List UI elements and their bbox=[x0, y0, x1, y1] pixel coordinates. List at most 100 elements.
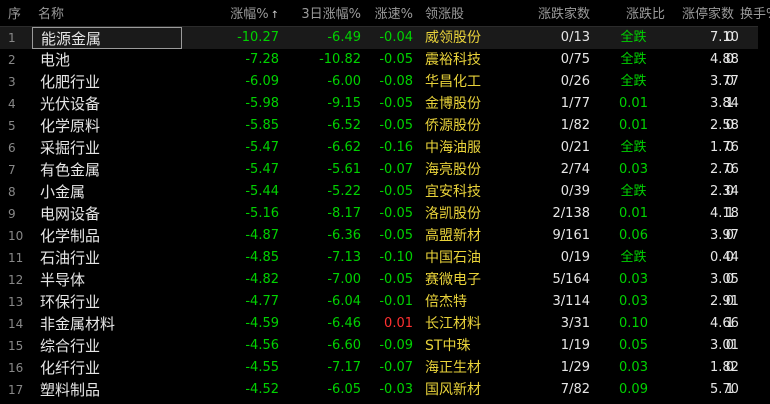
row-name: 化学制品 bbox=[40, 227, 101, 245]
row-speed-pct: -0.10 bbox=[379, 250, 413, 265]
row-leading-stock: 海正生材 bbox=[425, 360, 481, 376]
row-speed-pct: -0.05 bbox=[379, 228, 413, 243]
row-speed-pct: -0.03 bbox=[379, 382, 413, 397]
row-name: 光伏设备 bbox=[40, 95, 101, 113]
row-up-down-ratio: 0.01 bbox=[619, 118, 648, 133]
row-seq: 1 bbox=[8, 31, 16, 45]
row-up-down-count: 0/13 bbox=[560, 30, 590, 45]
row-up-down-ratio: 0.01 bbox=[619, 206, 648, 221]
row-leading-stock: 高盟新材 bbox=[425, 228, 481, 244]
header-limit-up-count[interactable]: 涨停家数 bbox=[671, 4, 740, 26]
table-header: 序 名称 涨幅% ↑ 3日涨幅% 涨速% 领涨股 涨跌家数 涨跌比 涨停家数 换手… bbox=[0, 4, 770, 27]
table-row[interactable]: 2 电池 -7.28 -10.82 -0.05 震裕科技 0/75 全跌 0 4.88 bbox=[0, 49, 770, 71]
row-change-3d-pct: -10.82 bbox=[319, 52, 361, 67]
row-leading-stock: 宜安科技 bbox=[425, 184, 481, 200]
header-change-pct[interactable]: 涨幅% ↑ bbox=[182, 4, 285, 26]
header-seq[interactable]: 序 bbox=[0, 4, 32, 26]
row-change-pct: -5.47 bbox=[245, 162, 279, 177]
row-leading-stock: 国风新材 bbox=[425, 382, 481, 398]
row-up-down-count: 0/21 bbox=[560, 140, 590, 155]
row-change-3d-pct: -5.22 bbox=[327, 184, 361, 199]
row-leading-stock: ST中珠 bbox=[425, 338, 471, 354]
header-leading-stock[interactable]: 领涨股 bbox=[419, 4, 504, 26]
table-row[interactable]: 10 化学制品 -4.87 -6.36 -0.05 高盟新材 9/161 0.06 0 3.97 bbox=[0, 225, 770, 247]
row-name: 小金属 bbox=[40, 183, 86, 201]
row-leading-stock: 倍杰特 bbox=[425, 294, 467, 310]
row-speed-pct: -0.05 bbox=[379, 118, 413, 133]
row-seq: 12 bbox=[8, 273, 24, 287]
row-up-down-ratio: 0.06 bbox=[619, 228, 648, 243]
row-name: 半导体 bbox=[40, 271, 86, 289]
row-seq: 5 bbox=[8, 119, 16, 133]
row-speed-pct: -0.05 bbox=[379, 272, 413, 287]
row-leading-stock: 海亮股份 bbox=[425, 162, 481, 178]
table-row[interactable]: 9 电网设备 -5.16 -8.17 -0.05 洛凯股份 2/138 0.01 1 4.18 bbox=[0, 203, 770, 225]
row-seq: 7 bbox=[8, 163, 16, 177]
row-up-down-ratio: 全跌 bbox=[620, 74, 647, 89]
table-row[interactable]: 7 有色金属 -5.47 -5.61 -0.07 海亮股份 2/74 0.03 0 2.76 bbox=[0, 159, 770, 181]
row-change-3d-pct: -5.61 bbox=[327, 162, 361, 177]
row-change-3d-pct: -6.46 bbox=[327, 316, 361, 331]
row-change-pct: -7.28 bbox=[245, 52, 279, 67]
row-name: 能源金属 bbox=[32, 27, 182, 49]
row-change-pct: -5.85 bbox=[245, 118, 279, 133]
header-up-down-ratio[interactable]: 涨跌比 bbox=[596, 4, 671, 26]
row-up-down-ratio: 全跌 bbox=[620, 250, 647, 265]
row-up-down-count: 2/74 bbox=[560, 162, 590, 177]
table-row[interactable]: 13 环保行业 -4.77 -6.04 -0.01 倍杰特 3/114 0.03 0 2.91 bbox=[0, 291, 770, 313]
row-up-down-ratio: 0.05 bbox=[619, 338, 648, 353]
row-name: 电池 bbox=[40, 51, 71, 69]
table-row[interactable]: 5 化学原料 -5.85 -6.52 -0.05 侨源股份 1/82 0.01 0 2.58 bbox=[0, 115, 770, 137]
table-row[interactable]: 14 非金属材料 -4.59 -6.46 0.01 长江材料 3/31 0.10 1 4.66 bbox=[0, 313, 770, 335]
row-speed-pct: -0.05 bbox=[379, 96, 413, 111]
row-seq: 10 bbox=[8, 229, 24, 243]
row-seq: 16 bbox=[8, 361, 24, 375]
row-up-down-ratio: 0.03 bbox=[619, 294, 648, 309]
header-up-down-count[interactable]: 涨跌家数 bbox=[504, 4, 596, 26]
table-row[interactable]: 3 化肥行业 -6.09 -6.00 -0.08 华昌化工 0/26 全跌 0 3.77 bbox=[0, 71, 770, 93]
row-name: 塑料制品 bbox=[40, 381, 101, 399]
row-leading-stock: 中海油服 bbox=[425, 140, 481, 156]
row-seq: 8 bbox=[8, 185, 16, 199]
row-change-pct: -5.16 bbox=[245, 206, 279, 221]
table-row[interactable]: 4 光伏设备 -5.98 -9.15 -0.05 金博股份 1/77 0.01 1 3.84 bbox=[0, 93, 770, 115]
table-row[interactable]: 15 综合行业 -4.56 -6.60 -0.09 ST中珠 1/19 0.05 0 3.01 bbox=[0, 335, 770, 357]
row-change-pct: -5.44 bbox=[245, 184, 279, 199]
scrollbar[interactable] bbox=[758, 26, 770, 404]
row-speed-pct: -0.08 bbox=[379, 74, 413, 89]
table-row[interactable]: 17 塑料制品 -4.52 -6.05 -0.03 国风新材 7/82 0.09 1 5.70 bbox=[0, 379, 770, 401]
row-up-down-ratio: 0.10 bbox=[619, 316, 648, 331]
header-turnover-pct[interactable]: 换手% bbox=[740, 4, 770, 26]
row-change-3d-pct: -7.13 bbox=[327, 250, 361, 265]
header-speed-pct[interactable]: 涨速% bbox=[367, 4, 419, 26]
table-row[interactable]: 6 采掘行业 -5.47 -6.62 -0.16 中海油服 0/21 全跌 0 1.76 bbox=[0, 137, 770, 159]
header-change-3d-pct[interactable]: 3日涨幅% bbox=[285, 4, 367, 26]
row-leading-stock: 洛凯股份 bbox=[425, 206, 481, 222]
table-row[interactable]: 16 化纤行业 -4.55 -7.17 -0.07 海正生材 1/29 0.03 0 1.82 bbox=[0, 357, 770, 379]
row-up-down-count: 1/29 bbox=[560, 360, 590, 375]
row-speed-pct: -0.05 bbox=[379, 184, 413, 199]
row-seq: 13 bbox=[8, 295, 24, 309]
row-change-pct: -4.55 bbox=[245, 360, 279, 375]
row-leading-stock: 震裕科技 bbox=[425, 52, 481, 68]
table-row[interactable]: 12 半导体 -4.82 -7.00 -0.05 赛微电子 5/164 0.03 0 3.05 bbox=[0, 269, 770, 291]
row-seq: 15 bbox=[8, 339, 24, 353]
row-up-down-count: 0/39 bbox=[560, 184, 590, 199]
row-up-down-ratio: 0.01 bbox=[619, 96, 648, 111]
row-change-pct: -4.59 bbox=[245, 316, 279, 331]
row-change-pct: -4.87 bbox=[245, 228, 279, 243]
row-speed-pct: -0.05 bbox=[379, 52, 413, 67]
header-name[interactable]: 名称 bbox=[32, 4, 182, 26]
row-seq: 3 bbox=[8, 75, 16, 89]
row-up-down-ratio: 全跌 bbox=[620, 30, 647, 45]
table-row[interactable]: 11 石油行业 -4.85 -7.13 -0.10 中国石油 0/19 全跌 0 0.44 bbox=[0, 247, 770, 269]
row-name: 环保行业 bbox=[40, 293, 101, 311]
row-up-down-count: 0/26 bbox=[560, 74, 590, 89]
row-seq: 2 bbox=[8, 53, 16, 67]
table-row[interactable]: 1 能源金属 -10.27 -6.49 -0.04 威领股份 0/13 全跌 0 7.10 bbox=[0, 27, 770, 49]
row-up-down-count: 7/82 bbox=[560, 382, 590, 397]
row-speed-pct: -0.04 bbox=[379, 30, 413, 45]
row-speed-pct: -0.16 bbox=[379, 140, 413, 155]
table-row[interactable]: 8 小金属 -5.44 -5.22 -0.05 宜安科技 0/39 全跌 0 2.34 bbox=[0, 181, 770, 203]
row-name: 采掘行业 bbox=[40, 139, 101, 157]
